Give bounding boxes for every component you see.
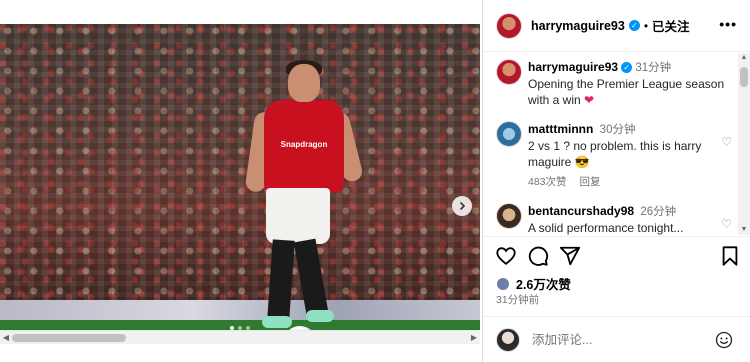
action-bar xyxy=(483,236,750,276)
player-leg-right xyxy=(293,238,329,316)
author-avatar[interactable] xyxy=(496,59,522,85)
bookmark-icon[interactable] xyxy=(719,245,741,267)
player-shorts xyxy=(266,188,330,244)
scrollbar-thumb[interactable] xyxy=(740,67,748,87)
add-comment-input[interactable] xyxy=(532,332,702,347)
viewer-avatar xyxy=(496,327,520,352)
scroll-down-icon[interactable]: ▼ xyxy=(738,225,750,235)
post-header: harrymaguire93 ✓ • 已关注 ••• xyxy=(483,0,750,52)
separator-dot: • xyxy=(643,18,649,33)
player-figure: Snapdragon xyxy=(240,54,365,330)
following-button[interactable]: 已关注 xyxy=(652,16,690,35)
comment-time: 31分钟 xyxy=(635,62,672,74)
comment-text: A solid performance tonight... xyxy=(528,221,684,235)
comment-like-heart-icon[interactable]: ♡ xyxy=(721,135,732,149)
scroll-left-icon[interactable]: ◀ xyxy=(1,333,11,343)
commenter-avatar[interactable] xyxy=(496,121,522,147)
heart-icon[interactable] xyxy=(495,245,517,267)
post-sidebar: harrymaguire93 ✓ • 已关注 ••• harrymaguire9… xyxy=(482,0,750,362)
sunglasses-emoji: 😎 xyxy=(574,155,590,169)
commenter-avatar[interactable] xyxy=(496,203,522,229)
comment-meta: 483次赞 回复 xyxy=(528,174,728,190)
more-icon[interactable]: ••• xyxy=(719,16,737,32)
comment-like-heart-icon[interactable]: ♡ xyxy=(721,217,732,231)
player-leg-left xyxy=(267,239,295,321)
horizontal-scrollbar[interactable]: ◀ ▶ xyxy=(0,330,480,344)
comment-time: 26分钟 xyxy=(640,206,677,218)
scroll-right-icon[interactable]: ▶ xyxy=(469,333,479,343)
comment-username[interactable]: harrymaguire93 xyxy=(528,60,618,74)
next-icon xyxy=(459,201,466,211)
instagram-post-viewer: Snapdragon ◀ ▶ harrymaguire93 ✓ • 已关注 ••… xyxy=(0,0,750,362)
author-avatar[interactable] xyxy=(496,12,522,39)
scroll-up-icon[interactable]: ▲ xyxy=(738,53,750,63)
scrollbar-thumb[interactable] xyxy=(12,334,126,342)
carousel-next-button[interactable] xyxy=(452,196,472,216)
comment-text: 2 vs 1 ? no problem. this is harry magui… xyxy=(528,139,702,169)
comment-body: matttminnn 30分钟 2 vs 1 ? no problem. thi… xyxy=(528,121,728,190)
likes-count[interactable]: 2.6万次赞 xyxy=(516,274,571,293)
player-boot-right xyxy=(306,310,334,322)
comment-body: bentancurshady98 26分钟 A solid performanc… xyxy=(528,203,728,235)
player-head xyxy=(288,64,320,102)
comment-username[interactable]: bentancurshady98 xyxy=(528,204,634,218)
comments-list[interactable]: harrymaguire93 ✓ 31分钟 Opening the Premier… xyxy=(483,53,739,235)
caption-text: Opening the Premier League season with a… xyxy=(528,77,725,107)
comment-composer xyxy=(483,316,750,362)
comments-scrollbar[interactable]: ▲ ▼ xyxy=(738,53,750,235)
author-username[interactable]: harrymaguire93 xyxy=(531,19,625,33)
verified-icon: ✓ xyxy=(621,62,633,74)
comment-username[interactable]: matttminnn xyxy=(528,122,593,136)
comment-time: 30分钟 xyxy=(599,124,636,136)
posted-time[interactable]: 31分钟前 xyxy=(496,292,539,307)
red-heart-emoji: ❤ xyxy=(584,93,595,107)
likes-summary[interactable]: 2.6万次赞 xyxy=(496,274,571,293)
verified-icon: ✓ xyxy=(628,20,640,31)
shirt-sponsor: Snapdragon xyxy=(280,140,328,149)
post-media[interactable]: Snapdragon xyxy=(0,24,480,330)
comment-icon[interactable] xyxy=(527,245,549,267)
reply-button[interactable]: 回复 xyxy=(579,176,600,188)
comment-like-count[interactable]: 483次赞 xyxy=(528,176,567,188)
caption-body: harrymaguire93 ✓ 31分钟 Opening the Premier… xyxy=(528,59,728,108)
liker-avatar xyxy=(496,276,510,291)
share-icon[interactable] xyxy=(559,245,581,267)
emoji-icon[interactable] xyxy=(715,331,733,349)
